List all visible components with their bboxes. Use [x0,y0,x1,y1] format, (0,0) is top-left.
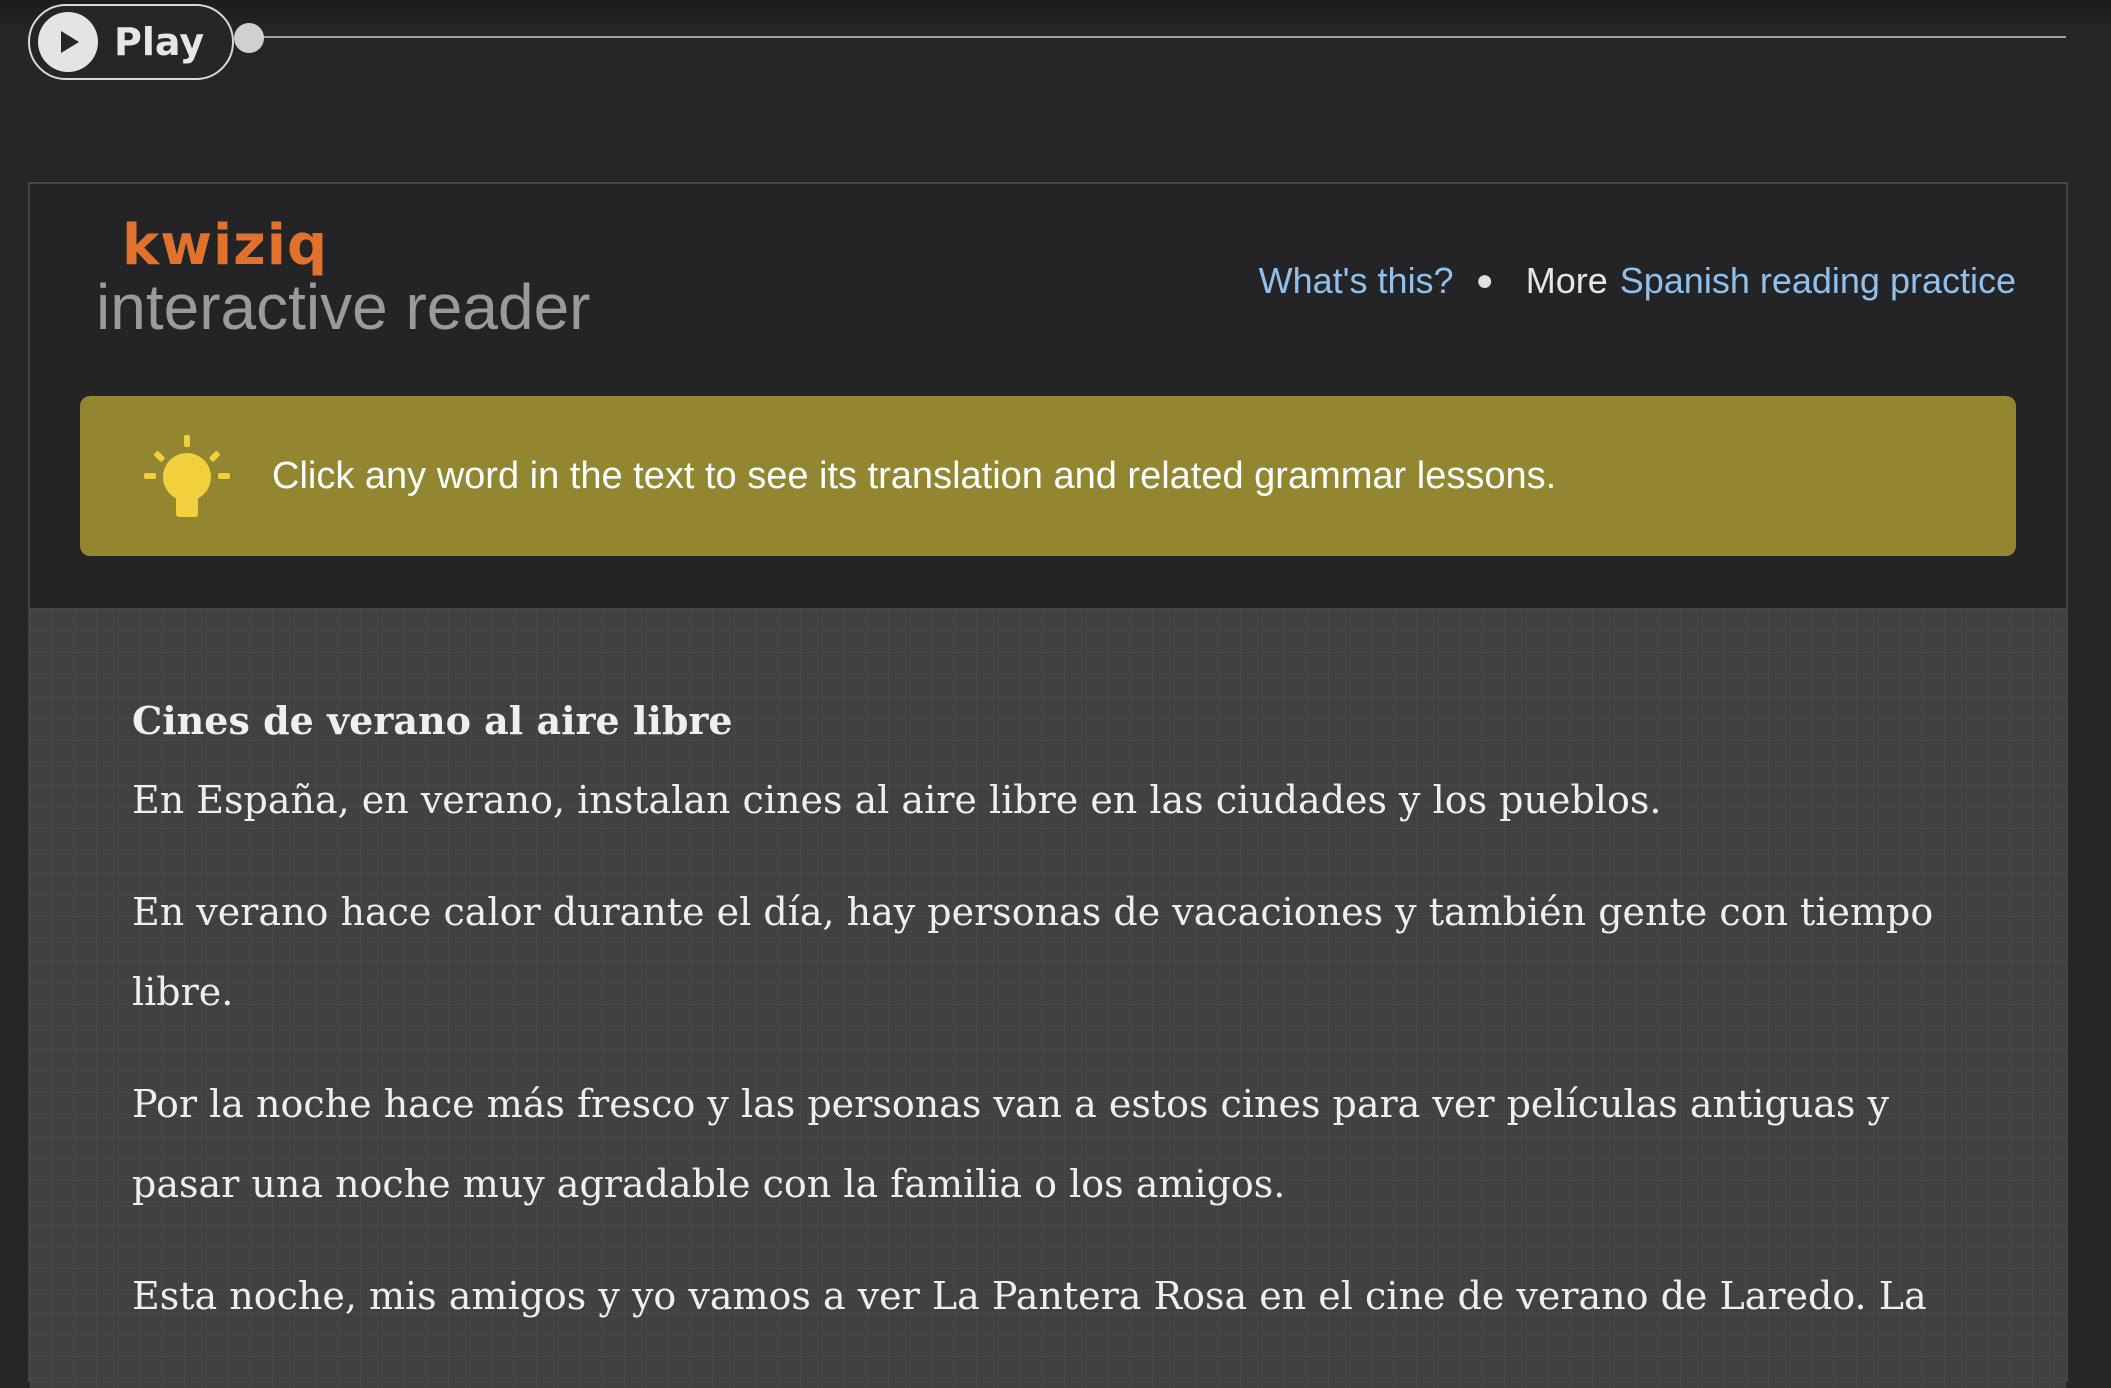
audio-player: Play [0,0,2111,80]
progress-handle[interactable] [234,23,264,53]
spanish-reading-practice-link[interactable]: Spanish reading practice [1620,260,2016,302]
story-title: Cines de verano al aire libre [132,698,733,743]
play-icon [38,12,98,72]
lightbulb-icon [144,435,230,517]
bullet-separator: ● [1475,264,1494,297]
reader-header: kwiziq interactive reader What's this? ●… [30,184,2066,610]
play-button[interactable]: Play [28,4,234,80]
story-paragraph[interactable]: Esta noche, mis amigos y yo vamos a ver … [132,1256,1966,1336]
whats-this-link[interactable]: What's this? [1259,260,1454,302]
story-paragraph[interactable]: En España, en verano, instalan cines al … [132,760,1966,840]
story-paragraph[interactable]: En verano hace calor durante el día, hay… [132,872,1966,1032]
interactive-reader-panel: kwiziq interactive reader What's this? ●… [28,182,2068,1388]
play-label: Play [114,20,205,64]
brand: kwiziq interactive reader [96,213,591,343]
more-label: More [1525,260,1608,301]
progress-track[interactable] [250,36,2066,38]
brand-subtitle: interactive reader [96,271,591,343]
kwiziq-logo: kwiziq [122,213,329,278]
header-links: What's this? ● More Spanish reading prac… [1259,260,2016,302]
story-paragraph[interactable]: Por la noche hace más fresco y las perso… [132,1064,1966,1224]
hint-banner: Click any word in the text to see its tr… [80,396,2016,556]
hint-text: Click any word in the text to see its tr… [272,454,1557,497]
reading-area: Cines de verano al aire libre En España,… [30,608,2066,1388]
